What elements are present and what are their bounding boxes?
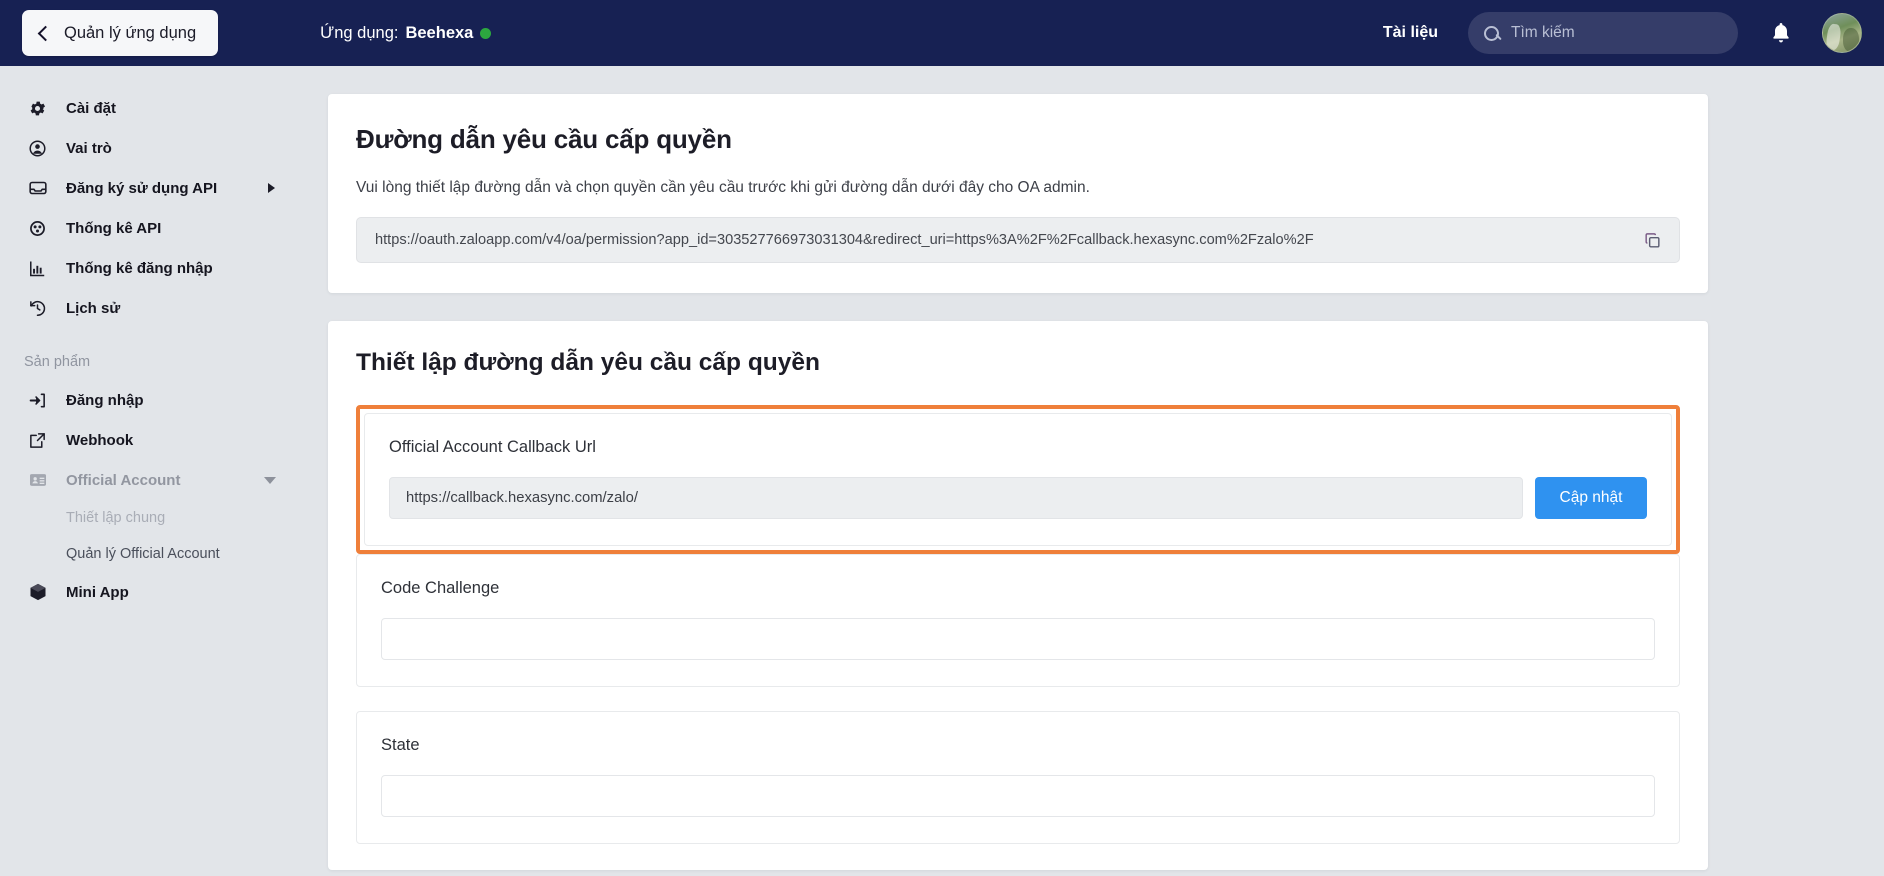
sidebar-item-login-statistics[interactable]: Thống kê đăng nhập [0, 248, 328, 288]
callback-url-highlight-box: Official Account Callback Url https://ca… [356, 405, 1680, 554]
chevron-down-icon[interactable] [264, 477, 276, 484]
code-challenge-field-group: Code Challenge [356, 554, 1680, 687]
sidebar-item-roles[interactable]: Vai trò [0, 128, 328, 168]
callback-url-field-group: Official Account Callback Url https://ca… [364, 413, 1672, 546]
header-right-controls: Tài liệu Tìm kiếm [1383, 12, 1884, 54]
permission-url-card: Đường dẫn yêu cầu cấp quyền Vui lòng thi… [328, 94, 1708, 293]
sidebar-item-api-statistics[interactable]: Thống kê API [0, 208, 328, 248]
id-card-icon [28, 470, 54, 490]
sidebar-item-api-statistics-label: Thống kê API [66, 220, 161, 237]
login-icon [28, 391, 54, 410]
state-row [381, 775, 1655, 817]
state-label: State [381, 736, 1655, 755]
sidebar-item-history-label: Lịch sử [66, 300, 120, 317]
sidebar-item-official-account-label: Official Account [66, 472, 180, 489]
cube-icon [28, 582, 54, 602]
setup-permission-url-card: Thiết lập đường dẫn yêu cầu cấp quyền Of… [328, 321, 1708, 870]
gear-icon [28, 99, 54, 118]
sidebar-item-settings[interactable]: Cài đặt [0, 88, 328, 128]
state-input[interactable] [381, 775, 1655, 817]
app-prefix-label: Ứng dụng: [320, 24, 398, 43]
sidebar-subitem-manage-official-account[interactable]: Quản lý Official Account [0, 536, 328, 572]
app-name-label: Beehexa [405, 24, 473, 43]
update-callback-url-button[interactable]: Cập nhật [1535, 477, 1647, 519]
sidebar-item-webhook[interactable]: Webhook [0, 420, 328, 460]
sidebar-item-settings-label: Cài đặt [66, 100, 116, 117]
left-sidebar: Cài đặt Vai trò Đăng ký sử dụng API [0, 66, 328, 876]
sidebar-item-login-statistics-label: Thống kê đăng nhập [66, 260, 213, 277]
external-link-icon [28, 431, 54, 450]
top-header-bar: Quản lý ứng dụng Ứng dụng: Beehexa Tài l… [0, 0, 1884, 66]
setup-card-title: Thiết lập đường dẫn yêu cầu cấp quyền [356, 349, 1680, 377]
search-icon [1484, 26, 1499, 41]
copy-url-button[interactable] [1637, 225, 1667, 255]
sidebar-item-history[interactable]: Lịch sử [0, 288, 328, 328]
sidebar-item-login-label: Đăng nhập [66, 392, 144, 409]
sidebar-item-login[interactable]: Đăng nhập [0, 380, 328, 420]
code-challenge-input[interactable] [381, 618, 1655, 660]
back-button-label: Quản lý ứng dụng [64, 24, 196, 43]
sidebar-item-mini-app[interactable]: Mini App [0, 572, 328, 612]
inbox-icon [28, 178, 54, 198]
notifications-button[interactable] [1770, 21, 1792, 45]
bar-chart-icon [28, 259, 54, 278]
sidebar-item-official-account[interactable]: Official Account [0, 460, 328, 500]
permission-card-title: Đường dẫn yêu cầu cấp quyền [356, 124, 1680, 155]
sidebar-section-products-label: Sản phẩm [0, 354, 328, 370]
sidebar-item-api-registration-label: Đăng ký sử dụng API [66, 180, 217, 197]
sidebar-item-roles-label: Vai trò [66, 140, 112, 157]
permission-url-value: https://oauth.zaloapp.com/v4/oa/permissi… [375, 232, 1637, 248]
documentation-link[interactable]: Tài liệu [1383, 24, 1438, 42]
user-circle-icon [28, 139, 54, 158]
permission-card-description: Vui lòng thiết lập đường dẫn và chọn quy… [356, 179, 1680, 197]
back-to-app-management-button[interactable]: Quản lý ứng dụng [22, 10, 218, 56]
state-field-group: State [356, 711, 1680, 844]
chevron-right-icon[interactable] [268, 183, 275, 193]
chevron-left-icon [38, 25, 54, 41]
callback-url-row: https://callback.hexasync.com/zalo/ Cập … [389, 477, 1647, 519]
callback-url-input[interactable]: https://callback.hexasync.com/zalo/ [389, 477, 1523, 519]
search-placeholder-label: Tìm kiếm [1511, 24, 1575, 42]
permission-url-row: https://oauth.zaloapp.com/v4/oa/permissi… [356, 217, 1680, 263]
main-content-area: Đường dẫn yêu cầu cấp quyền Vui lòng thi… [328, 66, 1884, 876]
sidebar-item-webhook-label: Webhook [66, 432, 133, 449]
sidebar-item-mini-app-label: Mini App [66, 584, 129, 601]
sidebar-item-api-registration[interactable]: Đăng ký sử dụng API [0, 168, 328, 208]
pie-chart-icon [28, 219, 54, 238]
code-challenge-row [381, 618, 1655, 660]
code-challenge-label: Code Challenge [381, 579, 1655, 598]
history-icon [28, 299, 54, 318]
app-status-dot [480, 28, 491, 39]
callback-url-label: Official Account Callback Url [389, 438, 1647, 457]
current-app-title: Ứng dụng: Beehexa [320, 24, 491, 43]
sidebar-subitem-general-settings[interactable]: Thiết lập chung [0, 500, 328, 536]
user-avatar[interactable] [1822, 13, 1862, 53]
search-input[interactable]: Tìm kiếm [1468, 12, 1738, 54]
